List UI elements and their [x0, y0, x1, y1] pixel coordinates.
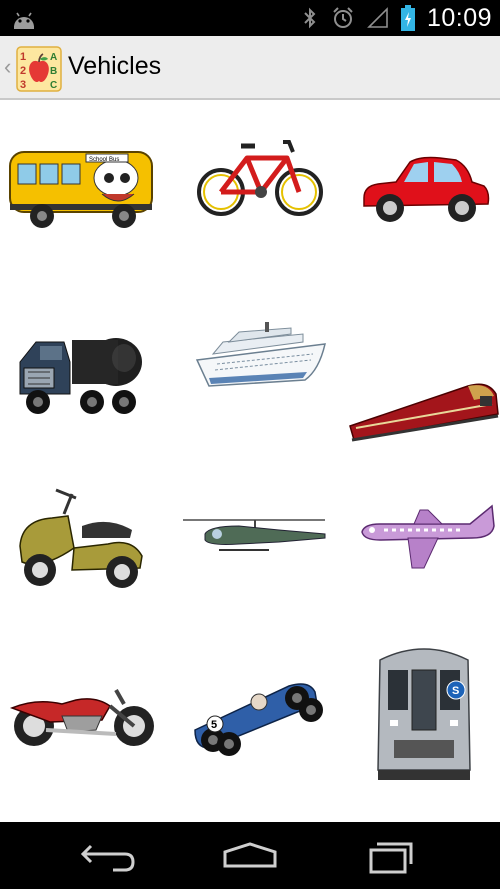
- nav-recent-apps-button[interactable]: [335, 832, 445, 880]
- vehicle-item-bicycle[interactable]: [167, 102, 333, 262]
- status-bar: 10:09: [0, 0, 500, 36]
- back-icon: [80, 844, 135, 872]
- vehicle-item-subway-train[interactable]: S: [334, 648, 500, 818]
- vehicle-item-car[interactable]: [334, 102, 500, 262]
- airplane-image: [361, 504, 495, 569]
- vehicle-item-tanker-truck[interactable]: [0, 312, 166, 472]
- school-bus-sign: School Bus: [89, 157, 119, 163]
- svg-text:B: B: [50, 66, 57, 77]
- svg-text:C: C: [50, 80, 57, 91]
- helicopter-image: [183, 519, 326, 551]
- vehicle-item-airplane[interactable]: [334, 486, 500, 646]
- vehicle-item-helicopter[interactable]: [167, 486, 333, 646]
- nav-back-button[interactable]: [55, 832, 165, 880]
- clock-time: 10:09: [426, 3, 492, 32]
- subway-line-sign: S: [452, 685, 459, 697]
- vehicle-item-school-bus[interactable]: School Bus: [0, 102, 166, 262]
- motorcycle-image: [9, 689, 154, 746]
- race-car-image: 5: [194, 683, 323, 756]
- vehicle-grid: School Bus 5 S: [0, 102, 500, 822]
- svg-text:A: A: [50, 52, 57, 63]
- bicycle-image: [197, 140, 323, 216]
- svg-text:3: 3: [20, 79, 26, 91]
- home-icon: [223, 842, 277, 868]
- up-caret-icon[interactable]: ‹: [4, 56, 11, 78]
- svg-text:1: 1: [20, 51, 26, 63]
- car-image: [363, 156, 490, 222]
- navigation-bar: [0, 822, 500, 889]
- page-title: Vehicles: [68, 52, 162, 80]
- train-image: [349, 383, 499, 442]
- nav-home-button[interactable]: [195, 832, 305, 880]
- battery-charging-icon: [400, 5, 415, 31]
- tanker-truck-image: [19, 338, 142, 414]
- cruise-ship-image: [195, 322, 326, 387]
- bluetooth-icon: [304, 7, 316, 29]
- subway-train-image: S: [377, 648, 471, 780]
- vehicle-item-motorcycle[interactable]: [0, 658, 166, 818]
- recent-apps-icon: [369, 842, 413, 874]
- vehicle-item-train[interactable]: [334, 312, 500, 472]
- svg-text:2: 2: [20, 65, 26, 77]
- school-bus-image: School Bus: [9, 151, 153, 228]
- alarm-icon: [333, 7, 353, 28]
- android-icon: [14, 12, 34, 29]
- scooter-image: [19, 488, 143, 588]
- vehicle-item-scooter[interactable]: [0, 486, 166, 646]
- vehicle-item-race-car[interactable]: 5: [167, 658, 333, 818]
- vehicle-item-cruise-ship[interactable]: [167, 312, 333, 472]
- signal-icon: [367, 7, 388, 28]
- abc-apple-icon[interactable]: 1 2 3 A B C: [16, 46, 62, 92]
- race-car-number: 5: [211, 719, 217, 731]
